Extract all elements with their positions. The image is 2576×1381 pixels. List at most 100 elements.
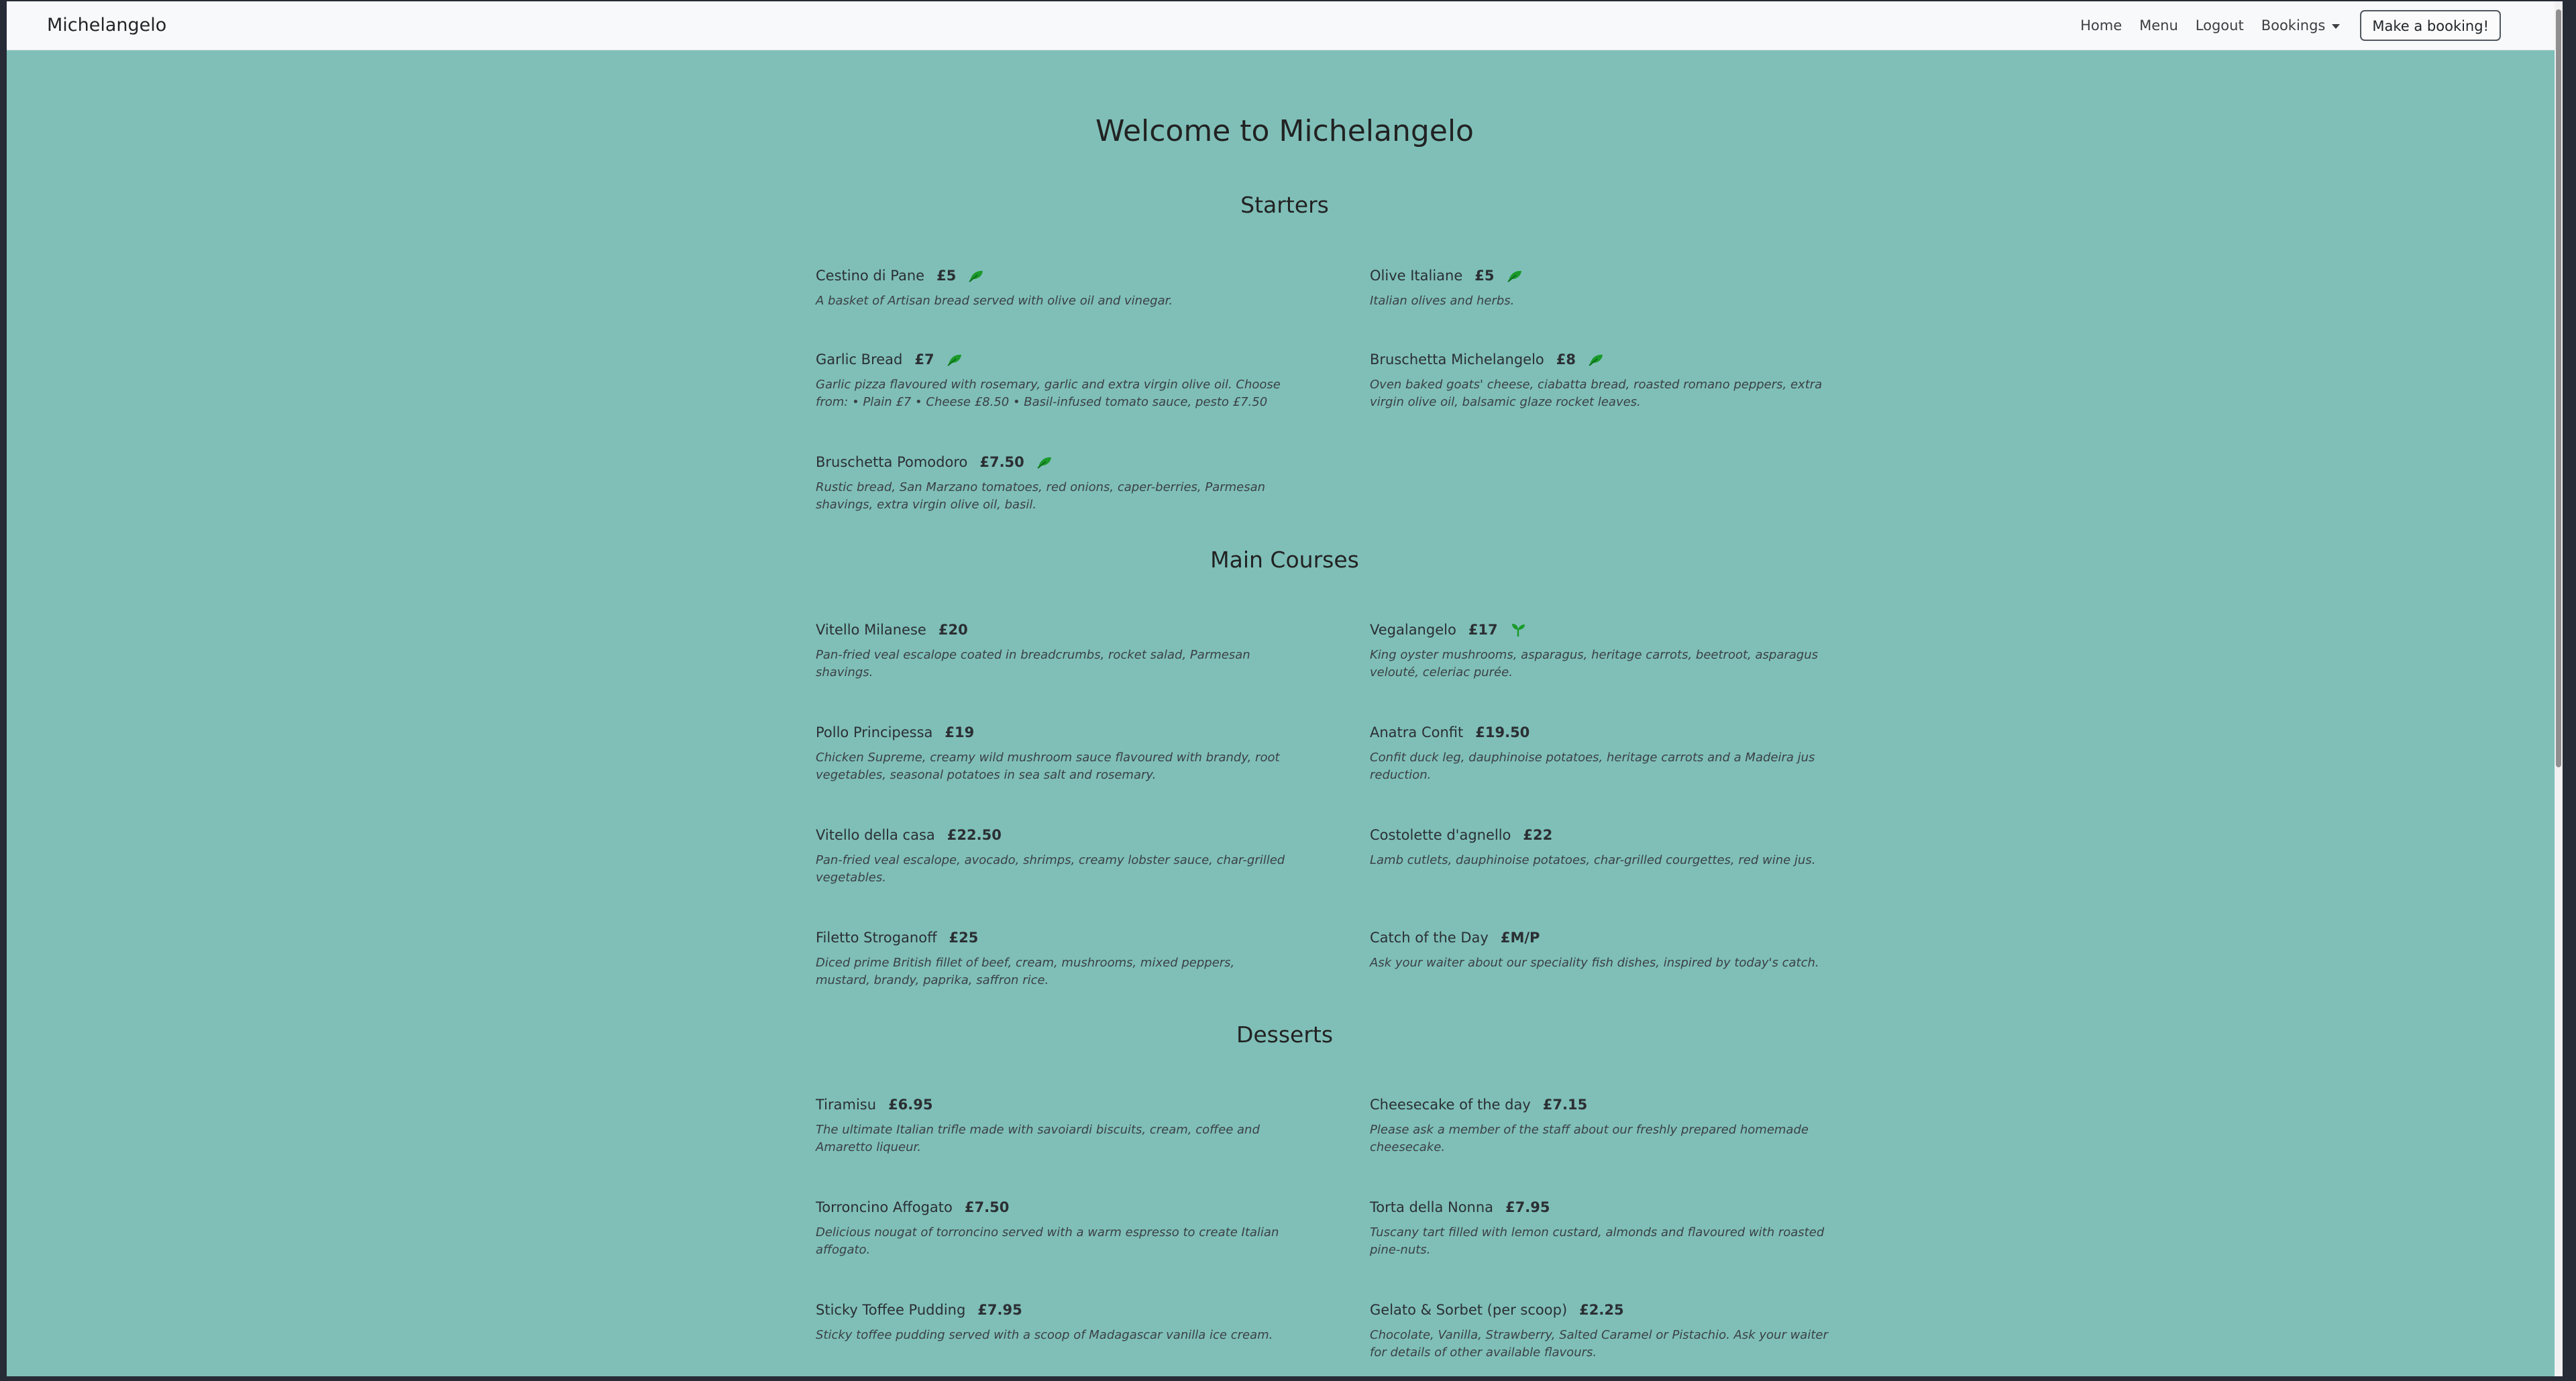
menu-item-header: Vitello della casa £22.50 [816,825,1292,845]
menu-item-header: Bruschetta Pomodoro £7.50 [816,452,1292,472]
menu-item-name: Torroncino Affogato [816,1199,953,1215]
menu-item-price: £2.25 [1579,1302,1624,1318]
menu-item-name: Filetto Stroganoff [816,930,937,946]
menu-item: Filetto Stroganoff £25 Diced prime British… [816,928,1292,989]
menu-item-name: Vegalangelo [1370,622,1456,638]
menu-item-name: Catch of the Day [1370,930,1489,946]
menu-item-header: Catch of the Day £M/P [1370,928,1846,948]
nav-logout-link[interactable]: Logout [2196,17,2244,34]
desserts-heading: Desserts [1236,1021,1334,1048]
menu-item-price: £7.50 [979,454,1024,470]
menu-item-description: Delicious nougat of torroncino served wi… [816,1225,1279,1257]
menu-item-description: Ask your waiter about our speciality fis… [1370,956,1819,970]
menu-item-description: Rustic bread, San Marzano tomatoes, red … [816,480,1266,512]
menu-item-header: Filetto Stroganoff £25 [816,928,1292,948]
menu-item-description: Please ask a member of the staff about o… [1370,1123,1809,1154]
menu-item: Anatra Confit £19.50 Confit duck leg, daup… [1370,722,1846,784]
menu-item-header: Bruschetta Michelangelo £8 [1370,349,1846,370]
menu-item-header: Gelato & Sorbet (per scoop) £2.25 [1370,1300,1846,1320]
menu-item-header: Pollo Principessa £19 [816,722,1292,742]
bookings-dropdown-label: Bookings [2261,17,2326,34]
caret-down-icon [2332,23,2341,29]
menu-item-price: £25 [949,930,979,946]
menu-item-price: £19.50 [1475,724,1530,740]
menu-item: Cestino di Pane £5 A basket of Artisan bre… [816,266,1292,310]
menu-item-description: Chicken Supreme, creamy wild mushroom sa… [816,751,1280,782]
menu-item-price: £M/P [1500,930,1540,946]
make-booking-button[interactable]: Make a booking! [2360,10,2501,41]
menu-item-header: Vitello Milanese £20 [816,620,1292,640]
menu-item-name: Vitello Milanese [816,622,926,638]
menu-item-price: £5 [936,268,957,284]
menu-item: Cheesecake of the day £7.15 Please ask a m… [1370,1095,1846,1156]
menu-item-price: £22.50 [947,827,1002,843]
menu-item-name: Gelato & Sorbet (per scoop) [1370,1302,1568,1318]
leaf-icon [1036,455,1053,469]
menu-item-price: £7.15 [1542,1097,1588,1113]
menu-item: Vegalangelo £17 King oyster mushrooms, asp… [1370,620,1846,681]
page-frame: Michelangelo Home Menu Logout Bookings M… [7,1,2563,1376]
starters-heading: Starters [1240,192,1329,218]
menu-item-name: Cheesecake of the day [1370,1097,1531,1113]
top-navbar: Michelangelo Home Menu Logout Bookings M… [7,1,2563,50]
menu-item-price: £7.95 [1505,1199,1550,1215]
menu-item-description: A basket of Artisan bread served with ol… [816,294,1173,308]
leaf-icon [1588,353,1604,366]
menu-item-description: Tuscany tart filled with lemon custard, … [1370,1225,1825,1257]
seedling-icon [1510,622,1526,638]
menu-item-name: Olive Italiane [1370,268,1463,284]
menu-item: Pollo Principessa £19 Chicken Supreme, cre… [816,722,1292,784]
menu-item-name: Torta della Nonna [1370,1199,1494,1215]
menu-item-header: Cestino di Pane £5 [816,266,1292,286]
menu-item: Torroncino Affogato £7.50 Delicious nougat… [816,1197,1292,1259]
menu-item-name: Bruschetta Michelangelo [1370,351,1544,368]
menu-item: Bruschetta Michelangelo £8 Oven baked goat… [1370,349,1846,411]
menu-item-header: Torroncino Affogato £7.50 [816,1197,1292,1217]
menu-item-description: Pan-fried veal escalope, avocado, shrimp… [816,853,1285,885]
menu-item: Catch of the Day £M/P Ask your waiter abou… [1370,928,1846,972]
menu-item: Costolette d'agnello £22 Lamb cutlets, dau… [1370,825,1846,869]
menu-item-header: Cheesecake of the day £7.15 [1370,1095,1846,1115]
menu-item: Tiramisu £6.95 The ultimate Italian trifle… [816,1095,1292,1156]
menu-item-description: Diced prime British fillet of beef, crea… [816,956,1235,987]
page-title: Welcome to Michelangelo [1095,114,1474,148]
menu-item-price: £7 [914,351,934,368]
menu-item-header: Anatra Confit £19.50 [1370,722,1846,742]
menu-item: Olive Italiane £5 Italian olives and herbs… [1370,266,1846,310]
menu-item-header: Tiramisu £6.95 [816,1095,1292,1115]
menu-item-name: Garlic Bread [816,351,903,368]
leaf-icon [947,353,963,366]
menu-item-header: Vegalangelo £17 [1370,620,1846,640]
menu-item-name: Vitello della casa [816,827,935,843]
nav-home-link[interactable]: Home [2080,17,2122,34]
menu-item-name: Tiramisu [816,1097,877,1113]
menu-item-price: £5 [1474,268,1495,284]
nav-menu-link[interactable]: Menu [2139,17,2178,34]
menu-item-price: £22 [1523,827,1553,843]
leaf-icon [1507,269,1523,282]
menu-item-description: Sticky toffee pudding served with a scoo… [816,1328,1273,1342]
menu-item-description: Pan-fried veal escalope coated in breadc… [816,648,1250,679]
menu-item-name: Pollo Principessa [816,724,933,740]
menu-item-name: Costolette d'agnello [1370,827,1511,843]
menu-item-description: Chocolate, Vanilla, Strawberry, Salted C… [1370,1328,1828,1360]
bookings-dropdown[interactable]: Bookings [2261,17,2341,34]
menu-item-description: Lamb cutlets, dauphinoise potatoes, char… [1370,853,1816,867]
menu-item-name: Cestino di Pane [816,268,925,284]
page-scrollbar[interactable] [2555,1,2563,1376]
nav-links: Home Menu Logout Bookings Make a booking… [2063,1,2501,50]
brand-link[interactable]: Michelangelo [47,1,166,50]
scrollbar-thumb[interactable] [2556,9,2561,767]
menu-item-description: Italian olives and herbs. [1370,294,1515,308]
menu-item: Torta della Nonna £7.95 Tuscany tart fille… [1370,1197,1846,1259]
main-courses-heading: Main Courses [1210,547,1359,573]
menu-item-description: Garlic pizza flavoured with rosemary, ga… [816,378,1281,409]
menu-item: Garlic Bread £7 Garlic pizza flavoured wit… [816,349,1292,411]
menu-item-name: Bruschetta Pomodoro [816,454,968,470]
menu-item-price: £17 [1468,622,1498,638]
menu-item-price: £8 [1556,351,1576,368]
menu-item: Sticky Toffee Pudding £7.95 Sticky toffee … [816,1300,1292,1344]
menu-item-price: £6.95 [888,1097,933,1113]
menu-item-price: £20 [938,622,968,638]
menu-item-header: Torta della Nonna £7.95 [1370,1197,1846,1217]
